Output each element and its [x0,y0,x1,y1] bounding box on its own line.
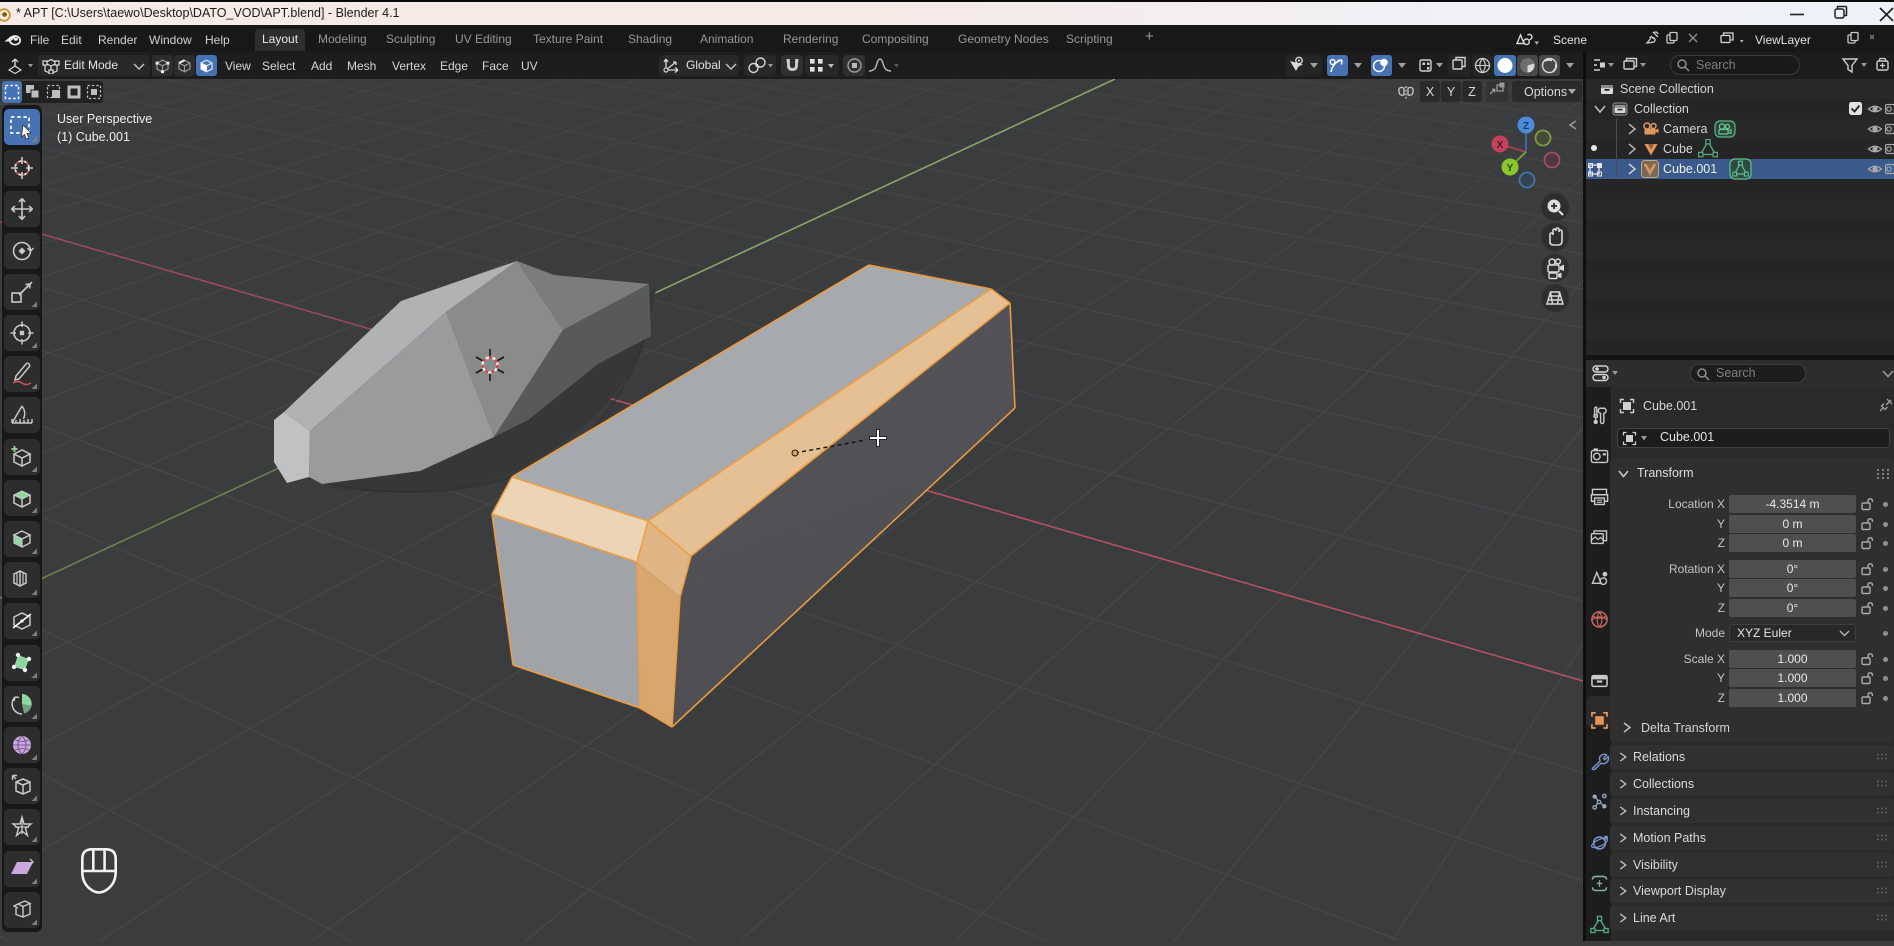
svg-text:User Perspective: User Perspective [57,112,152,126]
svg-text:Y: Y [1447,85,1456,99]
svg-text:Z: Z [1523,121,1529,132]
svg-text:Options: Options [1524,85,1567,99]
svg-text:Z: Z [1468,85,1476,99]
svg-text:(1) Cube.001: (1) Cube.001 [57,130,130,144]
svg-text:Y: Y [1507,163,1514,174]
svg-text:X: X [1497,140,1504,151]
svg-text:X: X [1426,85,1435,99]
